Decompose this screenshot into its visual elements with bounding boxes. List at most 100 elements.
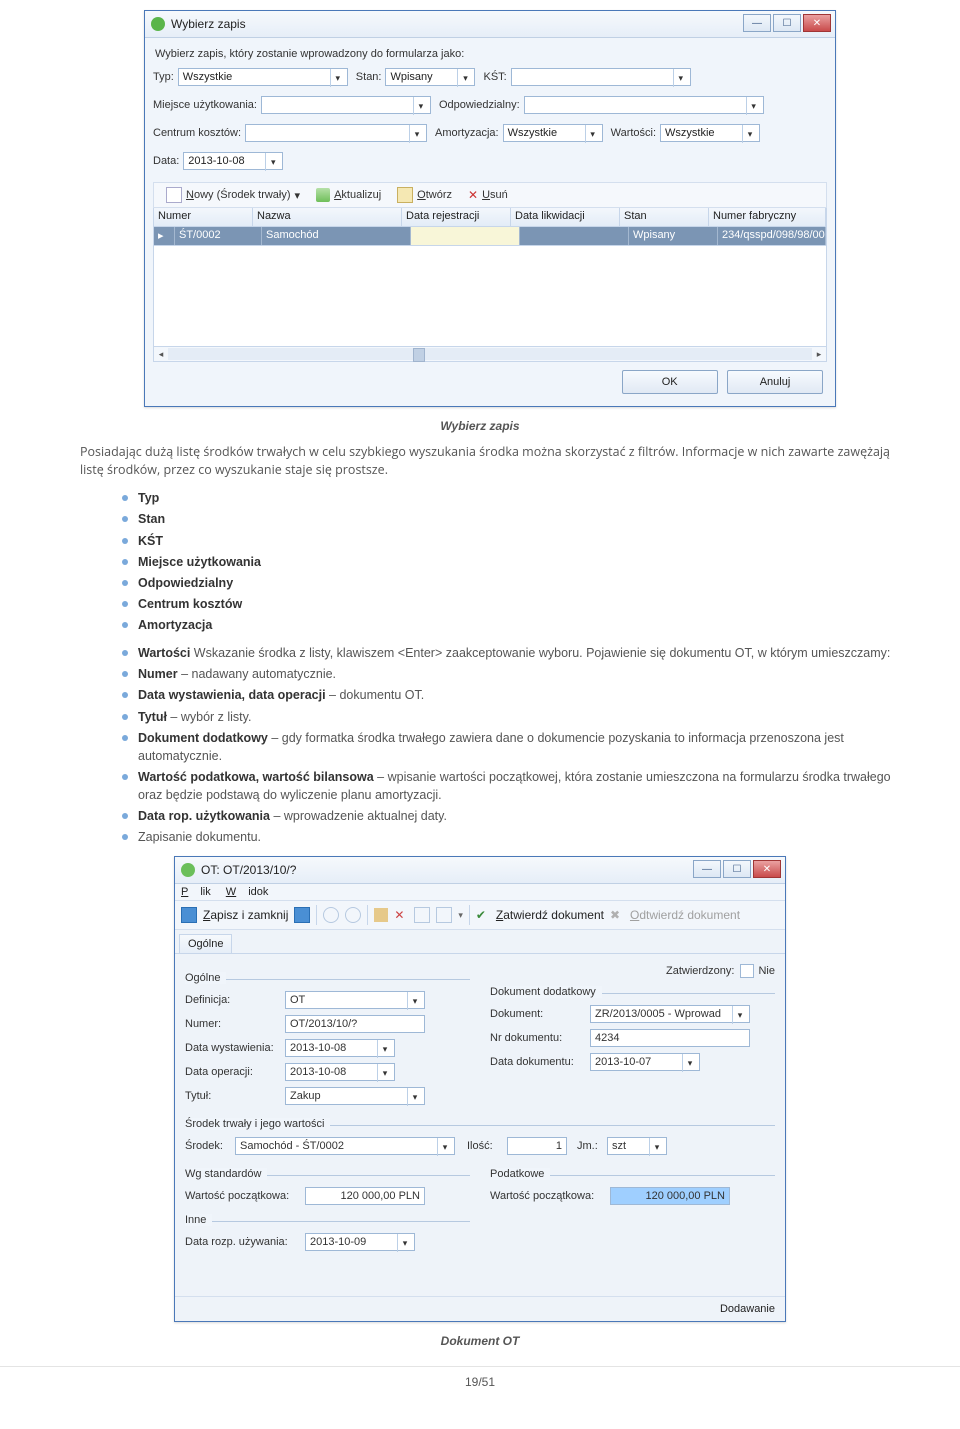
wybierz-zapis-window: Wybierz zapis — ☐ ✕ Wybierz zapis, który… bbox=[144, 10, 836, 407]
group-srodek: Środek trwały i jego wartości bbox=[185, 1118, 330, 1130]
wartp-label: Wartość początkowa: bbox=[185, 1190, 305, 1202]
tool-icon-4[interactable] bbox=[436, 907, 452, 923]
srodek-label: Środek: bbox=[185, 1140, 235, 1152]
ddok-label: Data dokumentu: bbox=[490, 1056, 590, 1068]
typ-label: Typ: bbox=[153, 71, 174, 83]
refresh-icon bbox=[316, 188, 330, 202]
tool-icon-2[interactable]: ✕ bbox=[394, 908, 408, 922]
col-data-lik[interactable]: Data likwidacji bbox=[511, 208, 620, 226]
minimize-button[interactable]: — bbox=[693, 860, 721, 878]
data-wyst-select[interactable]: 2013-10-08 bbox=[285, 1039, 395, 1057]
zatwierdz-button[interactable]: Zatwierdź dokument bbox=[496, 908, 604, 922]
save-icon[interactable] bbox=[181, 907, 197, 923]
data-select[interactable]: 2013-10-08 bbox=[183, 152, 283, 170]
uncheck-icon: ✖ bbox=[610, 908, 624, 922]
app-icon bbox=[151, 17, 165, 31]
col-data-rej[interactable]: Data rejestracji bbox=[402, 208, 511, 226]
window-title: Wybierz zapis bbox=[171, 17, 246, 31]
miejsce-select[interactable] bbox=[261, 96, 431, 114]
grid-header: Numer Nazwa Data rejestracji Data likwid… bbox=[153, 208, 827, 227]
close-button[interactable]: ✕ bbox=[753, 860, 781, 878]
save-icon-2[interactable] bbox=[294, 907, 310, 923]
data-rozp-select[interactable]: 2013-10-09 bbox=[305, 1233, 415, 1251]
group-dok-dod: Dokument dodatkowy bbox=[490, 986, 602, 998]
odtwierdz-button[interactable]: Odtwierdź dokument bbox=[630, 908, 740, 922]
aktualizuj-button[interactable]: Aktualizuj bbox=[308, 184, 389, 206]
group-ogolne: Ogólne bbox=[185, 972, 226, 984]
typ-select[interactable]: Wszystkie bbox=[178, 68, 348, 86]
stan-select[interactable]: Wpisany bbox=[385, 68, 475, 86]
col-numer-fab[interactable]: Numer fabryczny bbox=[709, 208, 826, 226]
nr-dok-input[interactable]: 4234 bbox=[590, 1029, 750, 1047]
grid-row[interactable]: ▸ ŚT/0002 Samochód Wpisany 234/qsspd/098… bbox=[154, 227, 826, 245]
tool-icon-1[interactable] bbox=[374, 908, 388, 922]
data-oper-select[interactable]: 2013-10-08 bbox=[285, 1063, 395, 1081]
nowy-button[interactable]: NNowy (Środek trwały)owy (Środek trwały)… bbox=[158, 184, 308, 206]
list-item: Amortyzacja bbox=[120, 616, 900, 634]
list-item: Data rop. użytkowania – wprowadzenie akt… bbox=[120, 807, 900, 825]
ck-select[interactable] bbox=[245, 124, 427, 142]
zapisz-button[interactable]: Zapisz i zamknij bbox=[203, 908, 288, 922]
jm-select[interactable]: szt bbox=[607, 1137, 667, 1155]
srodek-select[interactable]: Samochód - ŚT/0002 bbox=[235, 1137, 455, 1155]
grid-body bbox=[153, 246, 827, 347]
minimize-button[interactable]: — bbox=[743, 14, 771, 32]
list-item: Numer – nadawany automatycznie. bbox=[120, 665, 900, 683]
list-toolbar: NNowy (Środek trwały)owy (Środek trwały)… bbox=[153, 182, 827, 208]
wart-select[interactable]: Wszystkie bbox=[660, 124, 760, 142]
close-button[interactable]: ✕ bbox=[803, 14, 831, 32]
amort-select[interactable]: Wszystkie bbox=[503, 124, 603, 142]
doper-label: Data operacji: bbox=[185, 1066, 285, 1078]
tytul-select[interactable]: Zakup bbox=[285, 1087, 425, 1105]
list-item: Wartość podatkowa, wartość bilansowa – w… bbox=[120, 768, 900, 804]
col-nazwa[interactable]: Nazwa bbox=[253, 208, 402, 226]
check-icon: ✔ bbox=[476, 908, 490, 922]
horizontal-scrollbar[interactable]: ◂ ▸ bbox=[153, 347, 827, 362]
maximize-button[interactable]: ☐ bbox=[723, 860, 751, 878]
nav-fwd-icon[interactable] bbox=[345, 907, 361, 923]
kst-select[interactable] bbox=[511, 68, 691, 86]
tab-ogolne[interactable]: Ogólne bbox=[179, 934, 232, 953]
odp-label: Odpowiedzialny: bbox=[439, 99, 520, 111]
delete-icon: ✕ bbox=[468, 188, 478, 202]
list-item: Stan bbox=[120, 510, 900, 528]
dwyst-label: Data wystawienia: bbox=[185, 1042, 285, 1054]
ot-document-window: OT: OT/2013/10/? — ☐ ✕ Plik Widok Zapisz… bbox=[174, 856, 786, 1322]
tool-icon-3[interactable] bbox=[414, 907, 430, 923]
tytul-label: Tytuł: bbox=[185, 1090, 285, 1102]
scroll-right-icon[interactable]: ▸ bbox=[812, 347, 826, 361]
odp-select[interactable] bbox=[524, 96, 764, 114]
title-bar: Wybierz zapis — ☐ ✕ bbox=[145, 11, 835, 38]
group-podatkowe: Podatkowe bbox=[490, 1168, 550, 1180]
wartosc-pocz-input[interactable]: 120 000,00 PLN bbox=[305, 1187, 425, 1205]
app-icon bbox=[181, 863, 195, 877]
title-bar: OT: OT/2013/10/? — ☐ ✕ bbox=[175, 857, 785, 884]
scroll-left-icon[interactable]: ◂ bbox=[154, 347, 168, 361]
menu-widok[interactable]: Widok bbox=[226, 886, 269, 898]
ok-button[interactable]: OK bbox=[622, 370, 718, 394]
desc-list: Wartości Wskazanie środka z listy, klawi… bbox=[120, 644, 900, 846]
wartosc-pocz-podatk-input[interactable]: 120 000,00 PLN bbox=[610, 1187, 730, 1205]
zatw-checkbox[interactable] bbox=[740, 964, 754, 978]
list-item: Tytuł – wybór z listy. bbox=[120, 708, 900, 726]
col-numer[interactable]: Numer bbox=[154, 208, 253, 226]
amort-label: Amortyzacja: bbox=[435, 127, 499, 139]
anuluj-button[interactable]: Anuluj bbox=[727, 370, 823, 394]
list-item: Typ bbox=[120, 489, 900, 507]
status-text: Dodawanie bbox=[720, 1303, 775, 1315]
kst-label: KŚT: bbox=[483, 71, 506, 83]
otworz-button[interactable]: Otwórz bbox=[389, 184, 460, 206]
filter-list: Typ Stan KŚT Miejsce użytkowania Odpowie… bbox=[120, 489, 900, 634]
menu-plik[interactable]: Plik bbox=[181, 886, 211, 898]
new-doc-icon bbox=[166, 187, 182, 203]
usun-button[interactable]: ✕Usuń bbox=[460, 184, 516, 206]
ilosc-input[interactable]: 1 bbox=[507, 1137, 567, 1155]
col-stan[interactable]: Stan bbox=[620, 208, 709, 226]
definicja-select[interactable]: OT bbox=[285, 991, 425, 1009]
numer-input[interactable]: OT/2013/10/? bbox=[285, 1015, 425, 1033]
maximize-button[interactable]: ☐ bbox=[773, 14, 801, 32]
menubar: Plik Widok bbox=[175, 884, 785, 901]
dokument-select[interactable]: ZR/2013/0005 - Wprowad bbox=[590, 1005, 750, 1023]
data-dok-select[interactable]: 2013-10-07 bbox=[590, 1053, 700, 1071]
nav-back-icon[interactable] bbox=[323, 907, 339, 923]
